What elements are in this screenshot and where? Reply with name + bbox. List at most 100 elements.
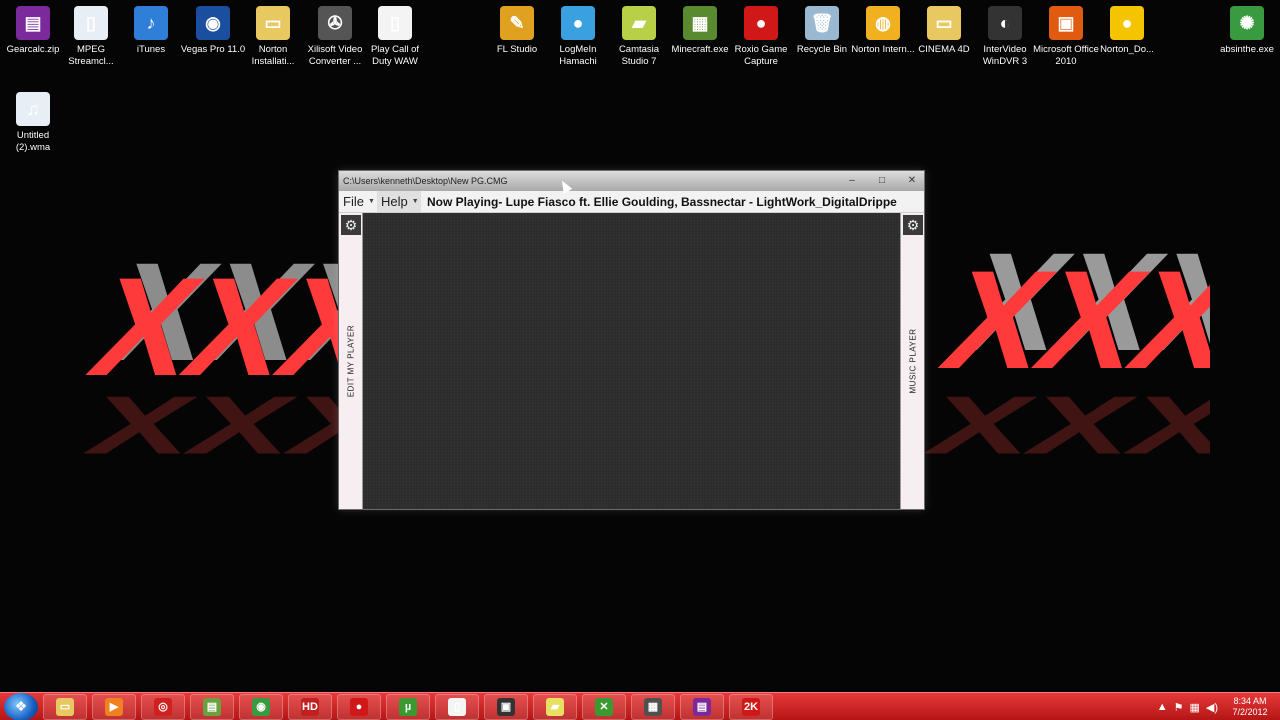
desktop-shortcut-label: Xilisoft Video Converter ... bbox=[307, 44, 363, 67]
utorrent-icon: µ bbox=[399, 697, 417, 716]
recycle-bin-icon: 🗑 bbox=[805, 6, 839, 40]
start-button[interactable]: ❖ bbox=[4, 692, 38, 720]
desktop-shortcut[interactable]: ◍ Norton Intern... bbox=[850, 6, 916, 56]
wallpaper-xxx-art-right: XXX XXX XXX bbox=[920, 224, 1276, 480]
desktop-shortcut-label: Gearcalc.zip bbox=[6, 44, 60, 55]
menu-help[interactable]: Help ▼ bbox=[377, 191, 421, 212]
maximize-button[interactable]: □ bbox=[874, 173, 890, 187]
desktop-shortcut[interactable]: ✇ Xilisoft Video Converter ... bbox=[302, 6, 368, 68]
desktop-shortcut[interactable]: ✎ FL Studio bbox=[484, 6, 550, 56]
norton-icon: ● bbox=[1110, 6, 1144, 40]
vegas-pro-icon: ◉ bbox=[196, 6, 230, 40]
taskbar-button[interactable]: ▰ bbox=[533, 693, 577, 720]
taskbar-button[interactable]: ● bbox=[337, 693, 381, 720]
taskbar-button[interactable]: ▣ bbox=[484, 693, 528, 720]
norton-globe-icon: ◍ bbox=[866, 6, 900, 40]
desktop-shortcut[interactable]: ▯ MPEG Streamcl... bbox=[58, 6, 124, 68]
taskbar-button[interactable]: ▤ bbox=[190, 693, 234, 720]
clock-date: 7/2/2012 bbox=[1232, 707, 1268, 717]
app-window[interactable]: C:\Users\kenneth\Desktop\New PG.CMG – □ … bbox=[338, 170, 925, 510]
desktop-shortcut-label: Microsoft Office 2010 bbox=[1033, 44, 1099, 67]
desktop-shortcut-label: Untitled (2).wma bbox=[15, 130, 51, 153]
taskbar: ❖ ▭ ▶ ◎ ▤ ◉ HD ● µ ▯ ▣ ▰ ✕ ▦ ▤ 2K ▲ ⚑ ▦ ◀) 8:34 AM 7/2… bbox=[0, 692, 1280, 720]
chrome-icon: ◉ bbox=[252, 697, 270, 716]
close-button[interactable]: ✕ bbox=[904, 173, 920, 187]
edit-my-player-label: EDIT MY PLAYER bbox=[346, 324, 355, 398]
desktop-shortcut[interactable]: ◐ InterVideo WinDVR 3 bbox=[972, 6, 1038, 68]
window-body: ⚙ EDIT MY PLAYER ⚙ MUSIC PLAYER bbox=[339, 213, 924, 509]
wallpaper-xxx-art-left: XXX XXX XXX bbox=[74, 234, 422, 480]
game-icon: ▦ bbox=[644, 697, 662, 716]
desktop-shortcut-label: Recycle Bin bbox=[796, 44, 848, 55]
desktop-shortcut[interactable]: ▭ Norton Installati... bbox=[240, 6, 306, 68]
notepad-icon: ▤ bbox=[203, 697, 221, 716]
desktop-shortcut-label: iTunes bbox=[136, 44, 166, 55]
desktop-shortcut-label: Roxio Game Capture bbox=[734, 44, 788, 67]
taskbar-button[interactable]: ▯ bbox=[435, 693, 479, 720]
clock[interactable]: 8:34 AM 7/2/2012 bbox=[1224, 696, 1276, 718]
desktop-shortcut[interactable]: 🗑 Recycle Bin bbox=[789, 6, 855, 56]
xbox-icon: ✕ bbox=[595, 697, 613, 716]
desktop-shortcut[interactable]: ▣ Microsoft Office 2010 bbox=[1033, 6, 1099, 68]
taskbar-button[interactable]: ▭ bbox=[43, 693, 87, 720]
volume-icon[interactable]: ◀) bbox=[1206, 701, 1218, 714]
dropdown-caret-icon: ▼ bbox=[367, 198, 375, 205]
desktop-shortcut-label: CINEMA 4D bbox=[918, 44, 970, 55]
hd-icon: HD bbox=[301, 697, 319, 716]
minimize-button[interactable]: – bbox=[844, 173, 860, 187]
taskbar-items: ▭ ▶ ◎ ▤ ◉ HD ● µ ▯ ▣ ▰ ✕ ▦ ▤ 2K bbox=[38, 693, 773, 720]
svg-text:XXX: XXX bbox=[80, 249, 360, 405]
edit-my-player-panel[interactable]: ⚙ EDIT MY PLAYER bbox=[339, 213, 363, 509]
search-magnifier-icon: ◎ bbox=[154, 697, 172, 716]
desktop-shortcut[interactable]: ● LogMeIn Hamachi bbox=[545, 6, 611, 68]
film-reel-icon: ✇ bbox=[318, 6, 352, 40]
menu-file[interactable]: File ▼ bbox=[339, 191, 377, 212]
window-titlebar[interactable]: C:\Users\kenneth\Desktop\New PG.CMG – □ … bbox=[339, 171, 924, 191]
desktop-shortcut[interactable]: ● Roxio Game Capture bbox=[728, 6, 794, 68]
music-player-label: MUSIC PLAYER bbox=[908, 328, 917, 394]
desktop-shortcut[interactable]: ▤ Gearcalc.zip bbox=[0, 6, 66, 56]
desktop-shortcut[interactable]: ▭ CINEMA 4D bbox=[911, 6, 977, 56]
desktop-shortcut[interactable]: ▦ Minecraft.exe bbox=[667, 6, 733, 56]
desktop-shortcut[interactable]: ♪ iTunes bbox=[118, 6, 184, 56]
taskbar-button[interactable]: ▶ bbox=[92, 693, 136, 720]
desktop-shortcut-label: MPEG Streamcl... bbox=[68, 44, 114, 67]
taskbar-button[interactable]: µ bbox=[386, 693, 430, 720]
desktop-shortcut-label: absinthe.exe bbox=[1220, 44, 1274, 55]
desktop-shortcut[interactable]: ▰ Camtasia Studio 7 bbox=[606, 6, 672, 68]
office-icon: ▣ bbox=[1049, 6, 1083, 40]
show-hidden-icons-icon[interactable]: ▲ bbox=[1157, 701, 1168, 713]
player-stage bbox=[363, 213, 900, 509]
desktop-shortcut[interactable]: ✺ absinthe.exe bbox=[1214, 6, 1280, 56]
taskbar-button[interactable]: ◎ bbox=[141, 693, 185, 720]
menu-file-label: File bbox=[343, 194, 364, 209]
folder-icon: ▭ bbox=[256, 6, 290, 40]
desktop-shortcut-label: Vegas Pro 11.0 bbox=[180, 44, 246, 55]
music-player-panel[interactable]: ⚙ MUSIC PLAYER bbox=[900, 213, 924, 509]
taskbar-button[interactable]: 2K bbox=[729, 693, 773, 720]
taskbar-button[interactable]: HD bbox=[288, 693, 332, 720]
taskbar-button[interactable]: ▦ bbox=[631, 693, 675, 720]
network-icon[interactable]: ▦ bbox=[1189, 701, 1199, 714]
record-icon: ● bbox=[744, 6, 778, 40]
flag-icon[interactable]: ⚑ bbox=[1174, 701, 1184, 714]
winrar-icon: ▤ bbox=[693, 697, 711, 716]
taskbar-button[interactable]: ▤ bbox=[680, 693, 724, 720]
audio-file-icon: ♫ bbox=[16, 92, 50, 126]
taskbar-button[interactable]: ✕ bbox=[582, 693, 626, 720]
svg-text:XXX: XXX bbox=[927, 242, 1210, 398]
document-icon: ▯ bbox=[74, 6, 108, 40]
desktop-shortcut-label: Norton Installati... bbox=[251, 44, 295, 67]
clock-time: 8:34 AM bbox=[1233, 696, 1267, 706]
gear-icon[interactable]: ⚙ bbox=[903, 215, 923, 235]
desktop-shortcut-label: Camtasia Studio 7 bbox=[618, 44, 660, 67]
desktop-shortcut[interactable]: ◉ Vegas Pro 11.0 bbox=[180, 6, 246, 56]
absinthe-icon: ✺ bbox=[1230, 6, 1264, 40]
taskbar-button[interactable]: ◉ bbox=[239, 693, 283, 720]
camtasia-icon: ▰ bbox=[622, 6, 656, 40]
desktop-shortcut[interactable]: ♫ Untitled (2).wma bbox=[0, 92, 66, 154]
desktop-shortcut[interactable]: ▯ Play Call of Duty WAW bbox=[362, 6, 428, 68]
windows-logo-icon: ❖ bbox=[14, 698, 28, 714]
gear-icon[interactable]: ⚙ bbox=[341, 215, 361, 235]
desktop-shortcut[interactable]: ● Norton_Do... bbox=[1094, 6, 1160, 56]
